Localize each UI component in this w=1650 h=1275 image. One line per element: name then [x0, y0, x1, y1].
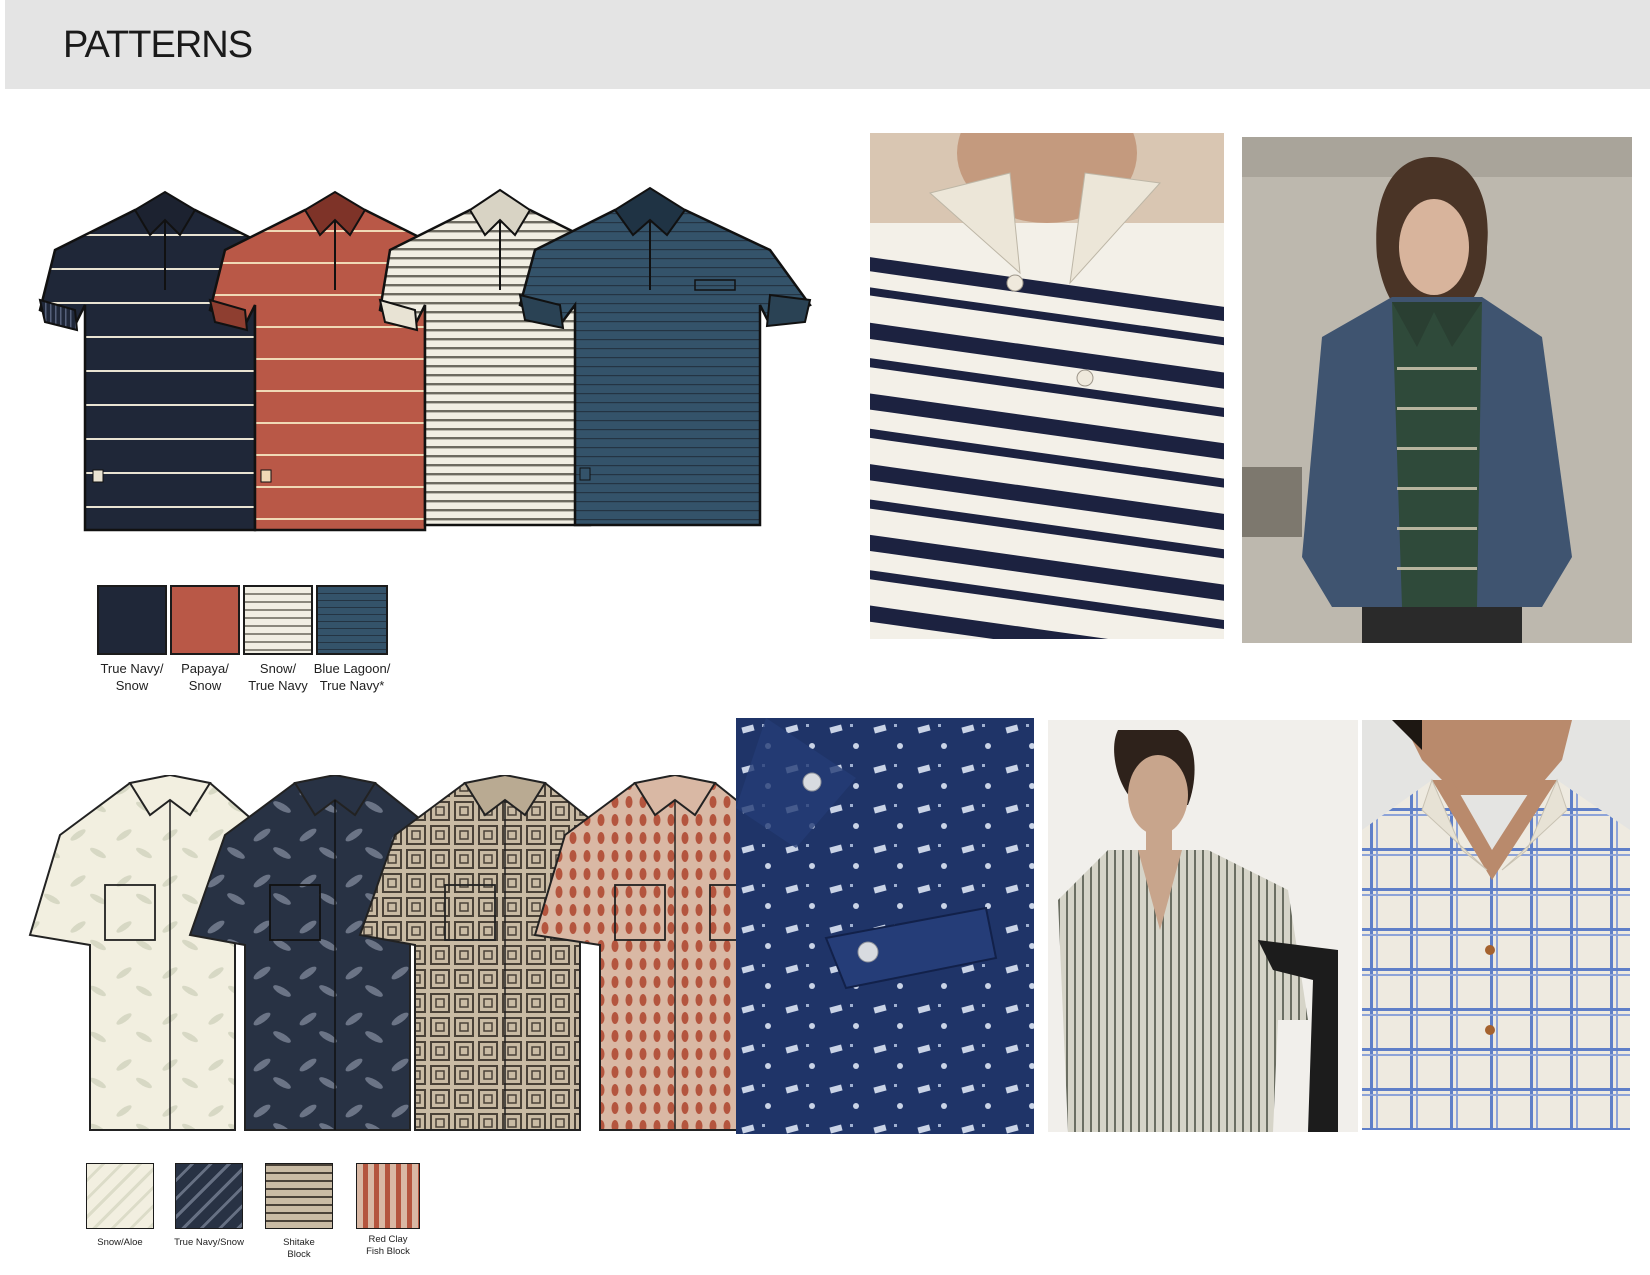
photo-plaid-shirt-model [1362, 720, 1630, 1130]
swatch-shitake-block [265, 1163, 333, 1229]
swatch-snow [243, 585, 313, 655]
swatch-label-red-clay-fish-block: Red Clay Fish Block [366, 1234, 410, 1257]
swatch-label-shitake-block: Shitake Block [283, 1237, 315, 1260]
swatch-snow-aloe [86, 1163, 154, 1229]
swatch-papaya [170, 585, 240, 655]
header-bar: PATTERNS [5, 0, 1650, 89]
polo-flats-illustration [38, 186, 812, 532]
swatch-label-true-navy: True Navy/Snow [100, 661, 164, 693]
swatch-label-papaya: Papaya/Snow [181, 661, 229, 693]
page-title: PATTERNS [63, 24, 253, 66]
photo-denim-print-closeup [736, 718, 1034, 1134]
swatch-red-clay-fish-block [356, 1163, 420, 1229]
swatch-true-navy [97, 585, 167, 655]
shirt-flats-illustration [28, 775, 837, 1131]
photo-denim-jacket-model [1242, 137, 1632, 643]
swatch-blue-lagoon [316, 585, 388, 655]
photo-textured-shirt-model [1048, 720, 1358, 1132]
swatch-label-true-navy-snow: True Navy/Snow [174, 1237, 244, 1248]
photo-striped-polo-closeup [870, 133, 1224, 639]
swatch-label-snow-aloe: Snow/Aloe [97, 1237, 143, 1248]
swatch-true-navy-snow [175, 1163, 243, 1229]
swatch-label-blue-lagoon: Blue Lagoon/True Navy* [313, 661, 391, 693]
